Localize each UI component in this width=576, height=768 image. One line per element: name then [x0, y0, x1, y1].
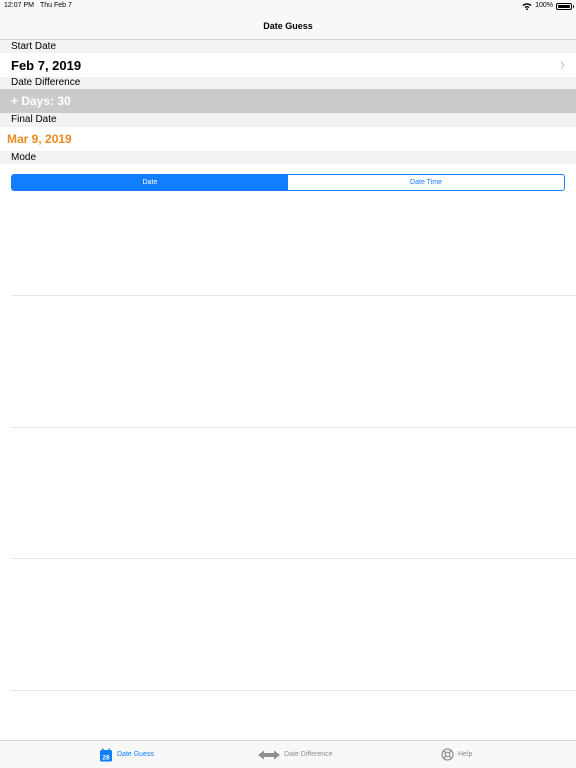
arrows-icon [258, 750, 280, 759]
start-date-row[interactable]: Feb 7, 2019 [0, 53, 576, 77]
app-screen: 12:07 PM Thu Feb 7 100% Date Guess Start… [0, 0, 576, 768]
battery-percent: 100% [535, 2, 553, 9]
final-date-value: Mar 9, 2019 [7, 132, 72, 146]
tab-date-difference-label: Date Difference [284, 751, 333, 758]
picker-divider [11, 558, 576, 559]
status-right: 100% [522, 0, 574, 12]
calendar-icon: 28 [100, 748, 112, 761]
tab-date-guess-label: Date Guess [117, 751, 154, 758]
calendar-icon-day: 28 [102, 754, 110, 761]
picker-divider [11, 295, 576, 296]
status-date: Thu Feb 7 [40, 2, 72, 9]
date-difference-value: + Days: 30 [11, 94, 71, 108]
tab-date-guess[interactable]: 28 Date Guess [99, 741, 154, 768]
tab-bar: 28 Date Guess Date Difference Help [0, 740, 576, 768]
date-difference-row[interactable]: + Days: 30 [0, 89, 576, 113]
page-title: Date Guess [263, 21, 313, 31]
status-bar: 12:07 PM Thu Feb 7 100% [0, 0, 576, 12]
tab-help-label: Help [458, 751, 473, 758]
lifebuoy-icon [441, 748, 454, 761]
segment-date-time[interactable]: Date Time [288, 175, 564, 190]
tab-help[interactable]: Help [441, 741, 472, 768]
start-date-value: Feb 7, 2019 [11, 58, 82, 73]
final-date-header: Final Date [0, 113, 576, 127]
start-date-header: Start Date [0, 40, 576, 53]
final-date-row: Mar 9, 2019 [0, 127, 576, 151]
date-difference-header: Date Difference [0, 77, 576, 89]
date-picker[interactable] [0, 196, 576, 740]
picker-divider [11, 690, 576, 691]
chevron-right-icon [560, 61, 565, 69]
wifi-icon [522, 3, 532, 10]
segment-date[interactable]: Date [12, 175, 288, 190]
tab-date-difference[interactable]: Date Difference [258, 741, 333, 768]
mode-segmented-control[interactable]: Date Date Time [11, 174, 565, 191]
picker-divider [11, 427, 576, 428]
mode-header: Mode [0, 151, 576, 164]
chevron-right-icon [560, 97, 565, 105]
battery-icon [556, 2, 574, 10]
status-time: 12:07 PM [4, 2, 34, 9]
navigation-bar: Date Guess [0, 12, 576, 40]
